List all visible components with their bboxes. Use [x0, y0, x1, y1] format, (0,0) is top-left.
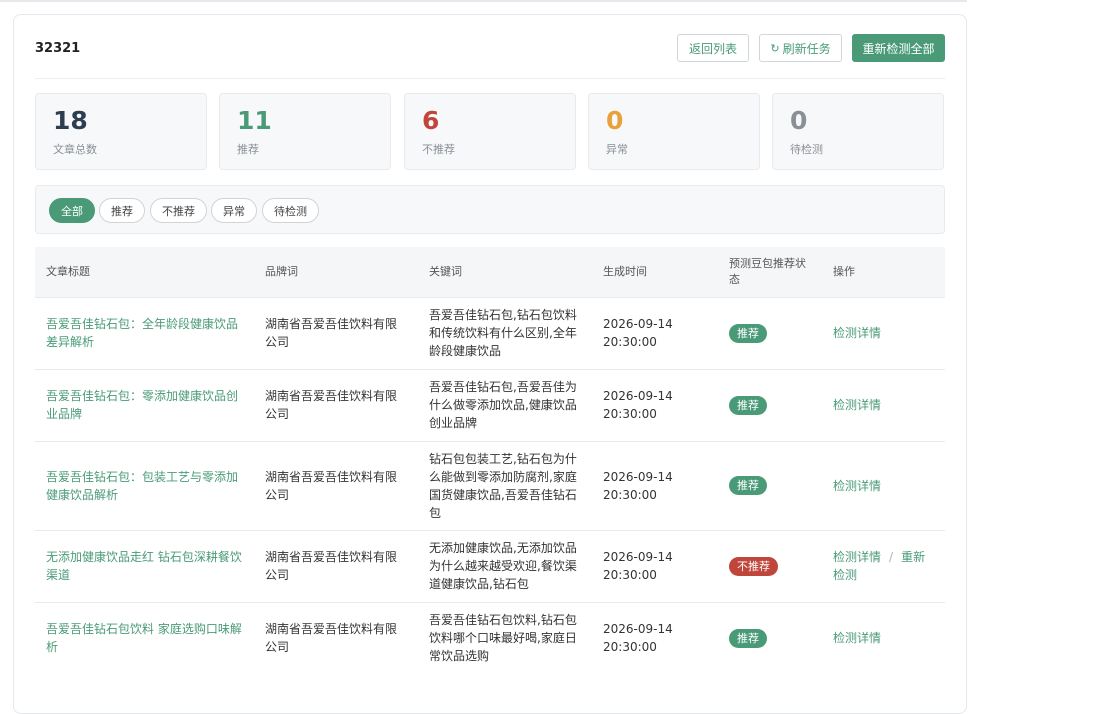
- task-detail-card: 32321 返回列表 ↻ 刷新任务 重新检测全部 18 文章总数 11 推荐 6…: [13, 14, 967, 714]
- refresh-task-label: 刷新任务: [782, 41, 831, 56]
- filter-all[interactable]: 全部: [49, 198, 95, 223]
- stat-value: 0: [790, 106, 808, 135]
- task-header: 32321 返回列表 ↻ 刷新任务 重新检测全部: [35, 33, 945, 79]
- keywords-cell: 吾爱吾佳钻石包,吾爱吾佳为什么做零添加饮品,健康饮品创业品牌: [418, 368, 592, 441]
- back-to-list-button[interactable]: 返回列表: [677, 34, 749, 62]
- filter-not-recommended[interactable]: 不推荐: [150, 198, 207, 223]
- stat-card-abnormal: 0 异常: [588, 93, 760, 170]
- article-title-link[interactable]: 吾爱吾佳钻石包：零添加健康饮品创业品牌: [46, 389, 238, 421]
- filter-recommended[interactable]: 推荐: [99, 198, 145, 223]
- article-title-link[interactable]: 无添加健康饮品走红 钻石包深耕餐饮渠道: [46, 550, 242, 582]
- brand-cell: 湖南省吾爱吾佳饮料有限公司: [254, 368, 418, 441]
- time-text: 20:30:00: [603, 335, 657, 349]
- generated-time-cell: 2026-09-14 20:30:00: [592, 440, 718, 530]
- generated-time-cell: 2026-09-14 20:30:00: [592, 529, 718, 602]
- table-row: 吾爱吾佳钻石包：包装工艺与零添加健康饮品解析 湖南省吾爱吾佳饮料有限公司 钻石包…: [35, 440, 945, 530]
- time-text: 20:30:00: [603, 640, 657, 655]
- stat-card-recommended: 11 推荐: [219, 93, 391, 170]
- keywords-cell: 无添加健康饮品,无添加饮品为什么越来越受欢迎,餐饮渠道健康饮品,钻石包: [418, 529, 592, 602]
- keywords-cell: 钻石包包装工艺,钻石包为什么能做到零添加防腐剂,家庭国货健康饮品,吾爱吾佳钻石包: [418, 440, 592, 530]
- stats-row: 18 文章总数 11 推荐 6 不推荐 0 异常 0 待检测: [35, 93, 945, 171]
- generated-time-cell: 2026-09-14 20:30:00: [592, 296, 718, 369]
- task-title: 32321: [35, 41, 81, 56]
- filter-pending[interactable]: 待检测: [262, 198, 319, 223]
- article-title-link[interactable]: 吾爱吾佳钻石包：全年龄段健康饮品差异解析: [46, 317, 238, 349]
- generated-time-cell: 2026-09-14 20:30:00: [592, 368, 718, 441]
- detail-link[interactable]: 检测详情: [833, 326, 881, 340]
- column-header-generated-time: 生成时间: [603, 264, 647, 278]
- refresh-icon: ↻: [770, 41, 780, 55]
- stat-label: 文章总数: [53, 143, 97, 156]
- date-text: 2026-09-14: [603, 389, 673, 403]
- date-text: 2026-09-14: [603, 550, 673, 564]
- date-text: 2026-09-14: [603, 622, 673, 637]
- articles-table: 文章标题 品牌词 关键词 生成时间 预测豆包推荐状态 操作 吾爱吾佳钻石包：全年…: [35, 247, 945, 674]
- generated-time-cell: 2026-09-14 20:30:00: [592, 601, 718, 674]
- stat-label: 推荐: [237, 143, 259, 156]
- date-text: 2026-09-14: [603, 469, 673, 484]
- stat-card-total: 18 文章总数: [35, 93, 207, 170]
- stat-card-not-recommended: 6 不推荐: [404, 93, 576, 170]
- refresh-task-button[interactable]: ↻ 刷新任务: [759, 34, 842, 62]
- stat-card-pending: 0 待检测: [772, 93, 944, 170]
- table-row: 吾爱吾佳钻石包：零添加健康饮品创业品牌 湖南省吾爱吾佳饮料有限公司 吾爱吾佳钻石…: [35, 368, 945, 441]
- status-badge: 推荐: [729, 395, 767, 415]
- detail-link[interactable]: 检测详情: [833, 631, 881, 645]
- filter-abnormal[interactable]: 异常: [211, 198, 257, 223]
- status-badge: 推荐: [729, 323, 767, 343]
- top-divider: [0, 0, 967, 2]
- column-header-actions: 操作: [833, 264, 855, 278]
- column-header-title: 文章标题: [46, 264, 90, 278]
- detail-link[interactable]: 检测详情: [833, 550, 881, 564]
- stat-value: 18: [53, 106, 88, 135]
- detail-link[interactable]: 检测详情: [833, 398, 881, 412]
- article-title-link[interactable]: 吾爱吾佳钻石包饮料 家庭选购口味解析: [46, 622, 242, 654]
- stat-label: 待检测: [790, 143, 823, 156]
- recheck-all-button[interactable]: 重新检测全部: [852, 34, 945, 62]
- brand-cell: 湖南省吾爱吾佳饮料有限公司: [254, 296, 418, 369]
- status-filter-bar: 全部 推荐 不推荐 异常 待检测: [35, 185, 945, 234]
- detail-link[interactable]: 检测详情: [833, 479, 881, 493]
- status-badge: 推荐: [729, 476, 767, 495]
- time-text: 20:30:00: [603, 568, 657, 582]
- table-row: 吾爱吾佳钻石包：全年龄段健康饮品差异解析 湖南省吾爱吾佳饮料有限公司 吾爱吾佳钻…: [35, 296, 945, 369]
- column-header-brand: 品牌词: [265, 264, 298, 278]
- status-badge: 推荐: [729, 628, 767, 648]
- column-header-keywords: 关键词: [429, 264, 462, 278]
- stat-value: 11: [237, 106, 272, 135]
- time-text: 20:30:00: [603, 487, 657, 502]
- table-row: 吾爱吾佳钻石包饮料 家庭选购口味解析 湖南省吾爱吾佳饮料有限公司 吾爱吾佳钻石包…: [35, 601, 945, 674]
- action-separator: /: [889, 550, 894, 564]
- table-header-row: 文章标题 品牌词 关键词 生成时间 预测豆包推荐状态 操作: [35, 247, 945, 297]
- brand-cell: 湖南省吾爱吾佳饮料有限公司: [254, 601, 418, 674]
- table-row: 无添加健康饮品走红 钻石包深耕餐饮渠道 湖南省吾爱吾佳饮料有限公司 无添加健康饮…: [35, 529, 945, 602]
- time-text: 20:30:00: [603, 407, 657, 421]
- keywords-cell: 吾爱吾佳钻石包饮料,钻石包饮料哪个口味最好喝,家庭日常饮品选购: [418, 601, 592, 674]
- brand-cell: 湖南省吾爱吾佳饮料有限公司: [254, 529, 418, 602]
- column-header-status: 预测豆包推荐状态: [729, 256, 806, 286]
- stat-label: 不推荐: [422, 143, 455, 156]
- stat-value: 6: [422, 106, 440, 135]
- brand-cell: 湖南省吾爱吾佳饮料有限公司: [254, 440, 418, 530]
- keywords-cell: 吾爱吾佳钻石包,钻石包饮料和传统饮料有什么区别,全年龄段健康饮品: [418, 296, 592, 369]
- stat-label: 异常: [606, 143, 628, 156]
- status-badge: 不推荐: [729, 556, 778, 576]
- stat-value: 0: [606, 106, 624, 135]
- date-text: 2026-09-14: [603, 317, 673, 331]
- article-title-link[interactable]: 吾爱吾佳钻石包：包装工艺与零添加健康饮品解析: [46, 470, 238, 502]
